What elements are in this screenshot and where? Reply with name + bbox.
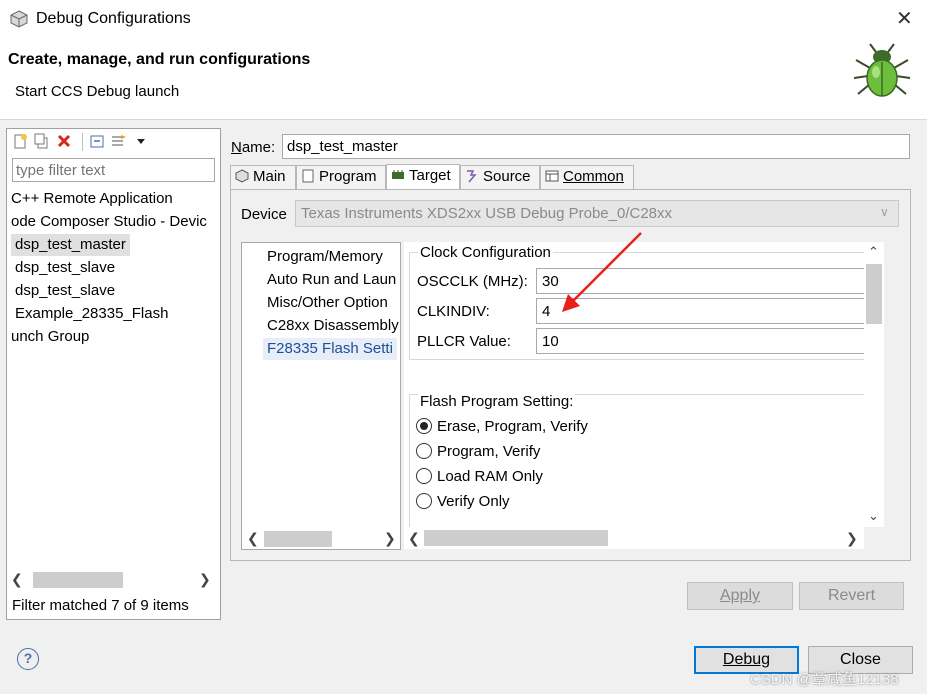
name-input[interactable] (282, 134, 910, 159)
tab-target[interactable]: Target (386, 164, 460, 190)
tab-main[interactable]: Main (230, 165, 296, 189)
radio-unchecked-icon (416, 493, 432, 509)
radio-checked-icon (416, 418, 432, 434)
clkindiv-label: CLKINDIV: (417, 303, 490, 320)
scroll-thumb[interactable] (33, 572, 123, 588)
scroll-left-icon[interactable]: ❮ (247, 530, 259, 547)
apply-button[interactable]: Apply (687, 582, 793, 610)
program-tab-icon (302, 169, 314, 183)
dialog-title: Create, manage, and run configurations (8, 51, 311, 68)
target-tab-icon (392, 170, 404, 179)
radio-unchecked-icon (416, 443, 432, 459)
new-config-icon[interactable] (12, 133, 28, 149)
tab-common[interactable]: Common (540, 165, 634, 189)
pllcr-input[interactable] (536, 328, 864, 354)
common-tab-icon (545, 170, 559, 182)
filter-status: Filter matched 7 of 9 items (12, 597, 189, 614)
category-item-selected[interactable]: F28335 Flash Setti (263, 338, 397, 360)
filter-input[interactable] (12, 158, 215, 182)
tab-source[interactable]: Source (460, 165, 540, 189)
settings-horizontal-scrollbar[interactable]: ❮ ❯ (404, 527, 864, 549)
tree-item[interactable]: Example_28335_Flash (11, 303, 172, 325)
device-label: Device (241, 206, 287, 223)
category-item[interactable]: Auto Run and Laun (267, 269, 396, 291)
scroll-left-icon[interactable]: ❮ (408, 530, 420, 547)
category-item[interactable]: Program/Memory (267, 246, 383, 268)
help-icon[interactable]: ? (17, 648, 39, 670)
dropdown-arrow-icon[interactable] (133, 133, 149, 149)
category-horizontal-scrollbar[interactable]: ❮ ❯ (242, 529, 400, 549)
left-horizontal-scrollbar[interactable]: ❮ ❯ (7, 570, 220, 590)
collapse-all-icon[interactable] (89, 133, 105, 149)
annotation-arrow (562, 232, 642, 312)
duplicate-icon[interactable] (33, 133, 49, 149)
toolbar-divider (82, 133, 83, 151)
settings-category-list: Program/Memory Auto Run and Laun Misc/Ot… (241, 242, 401, 550)
close-window-icon[interactable]: ✕ (896, 6, 913, 31)
category-item[interactable]: C28xx Disassembly (267, 315, 399, 337)
radio-unchecked-icon (416, 468, 432, 484)
revert-button[interactable]: Revert (799, 582, 904, 610)
source-tab-icon (467, 170, 477, 183)
scroll-right-icon[interactable]: ❯ (384, 530, 396, 547)
scroll-up-icon[interactable]: ⌃ (868, 244, 879, 260)
tree-item[interactable]: ode Composer Studio - Devic (7, 211, 211, 233)
config-tree: C++ Remote Application ode Composer Stud… (7, 187, 220, 567)
category-item[interactable]: Misc/Other Option (267, 292, 388, 314)
scroll-thumb[interactable] (424, 530, 608, 546)
scroll-left-icon[interactable]: ❮ (11, 571, 23, 588)
app-icon (10, 10, 28, 28)
radio-erase-program-verify[interactable]: Erase, Program, Verify (416, 418, 588, 435)
tree-item-selected[interactable]: dsp_test_master (11, 234, 130, 256)
tree-item[interactable]: dsp_test_slave (11, 257, 119, 279)
name-label: Name: (231, 139, 276, 156)
clock-config-title: Clock Configuration (418, 244, 553, 261)
window-title: Debug Configurations (36, 10, 191, 27)
watermark-text: CSDN @章咸鱼12138 (750, 671, 899, 688)
radio-program-verify[interactable]: Program, Verify (416, 443, 540, 460)
osc-clk-label: OSCCLK (MHz): (417, 273, 528, 290)
main-tab-icon (235, 169, 249, 183)
dialog-subtitle: Start CCS Debug launch (15, 83, 180, 100)
tab-program[interactable]: Program (296, 165, 386, 189)
tree-item[interactable]: C++ Remote Application (7, 188, 177, 210)
scroll-right-icon[interactable]: ❯ (199, 571, 211, 588)
scroll-thumb[interactable] (264, 531, 332, 547)
bug-icon (853, 43, 911, 97)
scroll-thumb[interactable] (866, 264, 882, 324)
flash-program-title: Flash Program Setting: (418, 393, 576, 410)
title-bar: Debug Configurations ✕ (0, 0, 927, 38)
settings-vertical-scrollbar[interactable]: ⌃ ⌄ (864, 242, 884, 527)
scroll-down-icon[interactable]: ⌄ (868, 508, 879, 524)
pllcr-label: PLLCR Value: (417, 333, 511, 350)
left-toolbar (7, 129, 220, 155)
tree-item[interactable]: dsp_test_slave (11, 280, 119, 302)
delete-icon[interactable] (56, 133, 72, 149)
radio-load-ram-only[interactable]: Load RAM Only (416, 468, 543, 485)
dialog-header: Create, manage, and run configurations S… (0, 38, 927, 120)
config-list-panel: C++ Remote Application ode Composer Stud… (6, 128, 221, 620)
chevron-down-icon[interactable]: ∨ (880, 205, 889, 219)
tree-item[interactable]: unch Group (7, 326, 93, 348)
device-select[interactable]: Texas Instruments XDS2xx USB Debug Probe… (295, 200, 899, 227)
scroll-right-icon[interactable]: ❯ (846, 530, 858, 547)
radio-verify-only[interactable]: Verify Only (416, 493, 510, 510)
filter-icon[interactable] (111, 133, 127, 149)
